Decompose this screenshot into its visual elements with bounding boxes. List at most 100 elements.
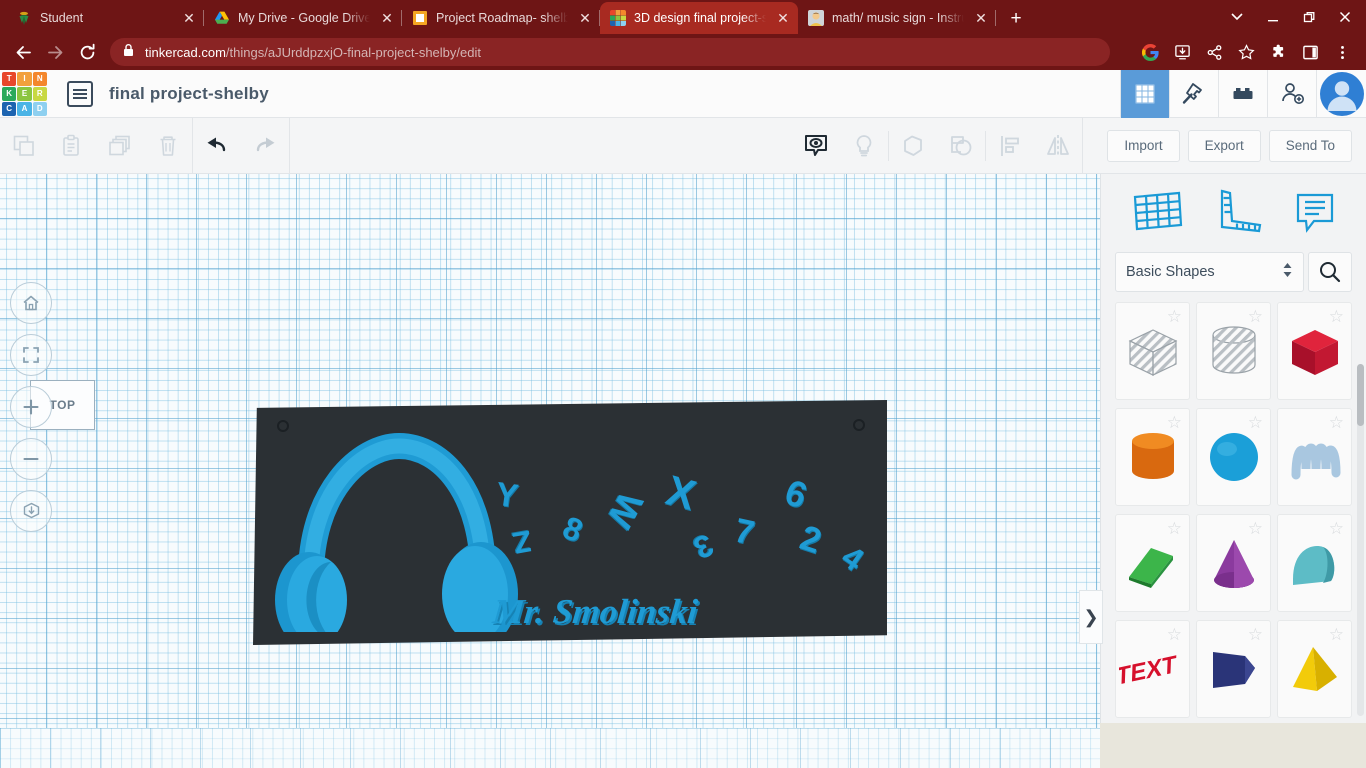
browser-tab-3d-design[interactable]: 3D design final project-shelby ✕ xyxy=(600,2,798,34)
mount-hole-right xyxy=(853,419,865,431)
tab-title: 3D design final project-shelby xyxy=(634,11,766,25)
logo-tile-c: C xyxy=(2,102,16,116)
favorite-star-icon[interactable]: ☆ xyxy=(1167,308,1182,325)
shape-library-select[interactable]: Basic Shapes xyxy=(1115,252,1304,292)
tab-title: math/ music sign - Instructab xyxy=(832,11,964,25)
shape-cell-yellow-pyramid[interactable]: ☆ xyxy=(1277,620,1352,718)
undo-icon[interactable] xyxy=(193,118,241,174)
tinkercad-logo[interactable]: T I N K E R C A D xyxy=(0,70,49,118)
mirror-flip-icon[interactable] xyxy=(1034,118,1082,174)
panel-collapse-button[interactable]: ❯ xyxy=(1079,590,1103,644)
tab-close-button[interactable]: ✕ xyxy=(774,9,792,27)
shapes-grid-panel-icon[interactable] xyxy=(1129,187,1187,240)
copy-icon[interactable] xyxy=(0,118,48,174)
favorite-star-icon[interactable]: ☆ xyxy=(1167,414,1182,431)
notes-panel-icon[interactable] xyxy=(1292,187,1338,240)
favorite-star-icon[interactable]: ☆ xyxy=(1248,626,1263,643)
header-tools xyxy=(1120,70,1366,118)
shape-cell-orange-cylinder[interactable]: ☆ xyxy=(1115,408,1190,506)
panel-scrollbar[interactable] xyxy=(1357,364,1364,716)
headphone-math-sign-model[interactable]: Y Z 8 W X 3 7 6 2 4 Mr. Smolinski xyxy=(253,400,887,645)
back-button[interactable] xyxy=(8,37,38,67)
logo-tile-t: T xyxy=(2,72,16,86)
tab-close-button[interactable]: ✕ xyxy=(180,9,198,27)
page-title: final project-shelby xyxy=(109,84,269,104)
reload-button[interactable] xyxy=(72,37,102,67)
zoom-out-button[interactable] xyxy=(10,438,52,480)
shape-cell-box-hole[interactable]: ☆ xyxy=(1115,302,1190,400)
tab-close-button[interactable]: ✕ xyxy=(576,9,594,27)
shape-cell-cylinder-hole[interactable]: ☆ xyxy=(1196,302,1271,400)
address-bar[interactable]: tinkercad.com/things/aJUrddpzxjO-final-p… xyxy=(110,38,1110,66)
favorite-star-icon[interactable]: ☆ xyxy=(1329,308,1344,325)
ruler-measure-panel-icon[interactable] xyxy=(1214,187,1264,240)
browser-tab-student[interactable]: Student ✕ xyxy=(6,2,204,34)
export-button[interactable]: Export xyxy=(1188,130,1261,162)
chrome-menu-icon[interactable] xyxy=(1328,38,1356,66)
group-icon[interactable] xyxy=(889,118,937,174)
delete-trash-icon[interactable] xyxy=(144,118,192,174)
shape-cell-red-box[interactable]: ☆ xyxy=(1277,302,1352,400)
tab-title: Student xyxy=(40,11,172,25)
duplicate-icon[interactable] xyxy=(96,118,144,174)
new-tab-button[interactable]: + xyxy=(1002,4,1030,32)
ortho-perspective-button[interactable] xyxy=(10,490,52,532)
tab-search-button[interactable] xyxy=(1220,2,1254,32)
shape-cell-navy-wedge[interactable]: ☆ xyxy=(1196,620,1271,718)
google-account-icon[interactable] xyxy=(1136,38,1164,66)
tab-close-button[interactable]: ✕ xyxy=(378,9,396,27)
shape-cell-teal-round-roof[interactable]: ☆ xyxy=(1277,514,1352,612)
side-panel-icon[interactable] xyxy=(1296,38,1324,66)
shape-cell-green-roof[interactable]: ☆ xyxy=(1115,514,1190,612)
light-bulb-note-icon[interactable] xyxy=(840,118,888,174)
favorite-star-icon[interactable]: ☆ xyxy=(1248,308,1263,325)
browser-tab-my-drive[interactable]: My Drive - Google Drive ✕ xyxy=(204,2,402,34)
favorite-star-icon[interactable]: ☆ xyxy=(1329,626,1344,643)
clipboard-tools xyxy=(0,118,192,174)
document-menu-icon[interactable] xyxy=(67,81,93,107)
window-controls xyxy=(1220,2,1362,32)
shape-cell-red-text[interactable]: ☆ TEXT xyxy=(1115,620,1190,718)
home-view-button[interactable] xyxy=(10,282,52,324)
forward-button[interactable] xyxy=(40,37,70,67)
workplane-canvas-lower[interactable] xyxy=(0,728,1100,768)
share-icon[interactable] xyxy=(1200,38,1228,66)
shape-library-value: Basic Shapes xyxy=(1126,264,1215,280)
codeblocks-hammer-icon[interactable] xyxy=(1169,70,1218,118)
extensions-icon[interactable] xyxy=(1264,38,1292,66)
ungroup-icon[interactable] xyxy=(937,118,985,174)
user-avatar[interactable] xyxy=(1316,70,1366,118)
search-icon[interactable] xyxy=(1308,252,1352,292)
brick-blocks-icon[interactable] xyxy=(1218,70,1267,118)
show-hide-eye-icon[interactable] xyxy=(792,118,840,174)
shape-cell-light-blue-scribble[interactable]: ☆ xyxy=(1277,408,1352,506)
invite-person-icon[interactable] xyxy=(1267,70,1316,118)
favorite-star-icon[interactable]: ☆ xyxy=(1167,626,1182,643)
tab-close-button[interactable]: ✕ xyxy=(972,9,990,27)
favorite-star-icon[interactable]: ☆ xyxy=(1248,414,1263,431)
browser-tab-project-roadmap[interactable]: Project Roadmap- shelby - Goo ✕ xyxy=(402,2,600,34)
favorite-star-icon[interactable]: ☆ xyxy=(1248,520,1263,537)
lock-icon xyxy=(122,43,135,62)
shape-cell-blue-sphere[interactable]: ☆ xyxy=(1196,408,1271,506)
panel-scrollbar-thumb[interactable] xyxy=(1357,364,1364,426)
import-button[interactable]: Import xyxy=(1107,130,1179,162)
favorite-star-icon[interactable]: ☆ xyxy=(1167,520,1182,537)
minimize-button[interactable] xyxy=(1256,2,1290,32)
favorite-star-icon[interactable]: ☆ xyxy=(1329,414,1344,431)
fit-to-view-button[interactable] xyxy=(10,334,52,376)
browser-tab-instructables[interactable]: math/ music sign - Instructab ✕ xyxy=(798,2,996,34)
shape-cell-purple-cone[interactable]: ☆ xyxy=(1196,514,1271,612)
redo-icon[interactable] xyxy=(241,118,289,174)
zoom-in-button[interactable] xyxy=(10,386,52,428)
browser-chrome: Student ✕ My Drive - Google Drive ✕ Proj… xyxy=(0,0,1366,70)
send-to-button[interactable]: Send To xyxy=(1269,130,1352,162)
design-grid-icon[interactable] xyxy=(1120,70,1169,118)
close-window-button[interactable] xyxy=(1328,2,1362,32)
install-icon[interactable] xyxy=(1168,38,1196,66)
favorite-star-icon[interactable]: ☆ xyxy=(1329,520,1344,537)
paste-icon[interactable] xyxy=(48,118,96,174)
bookmark-star-icon[interactable] xyxy=(1232,38,1260,66)
maximize-restore-button[interactable] xyxy=(1292,2,1326,32)
align-icon[interactable] xyxy=(986,118,1034,174)
